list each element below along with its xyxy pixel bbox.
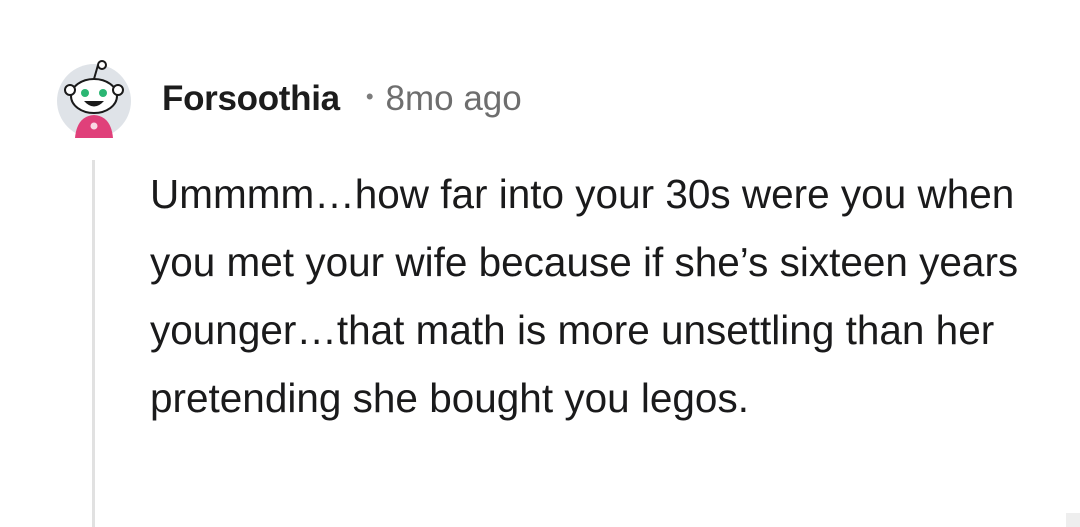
author-username[interactable]: Forsoothia	[162, 79, 340, 119]
user-avatar[interactable]	[55, 60, 133, 138]
comment-timestamp: 8mo ago	[385, 79, 522, 118]
corner-mark	[1066, 513, 1080, 527]
comment-body: Ummmm…how far into your 30s were you whe…	[150, 171, 1019, 421]
thread-line[interactable]	[92, 160, 95, 527]
snoo-avatar-icon	[57, 60, 131, 138]
comment-header: Forsoothia • 8mo ago	[162, 76, 522, 122]
comment-card: Forsoothia • 8mo ago Ummmm…how far into …	[0, 0, 1080, 527]
meta-separator: •	[365, 84, 374, 109]
